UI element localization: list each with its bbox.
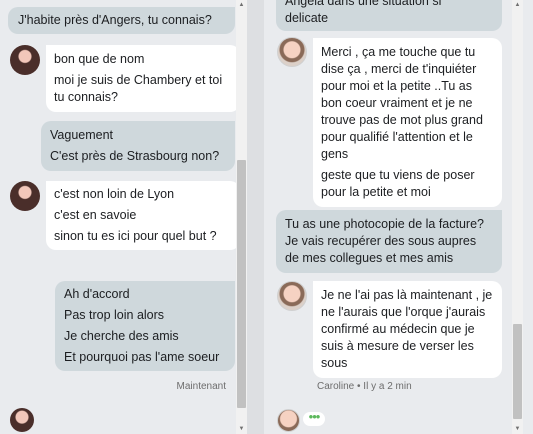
scroll-down-arrow-icon[interactable]: ▼: [236, 424, 247, 434]
message-bubble-incoming: c'est non loin de Lyon c'est en savoie s…: [46, 181, 240, 250]
message-line: moi je suis de Chambery et toi tu connai…: [54, 73, 223, 104]
message-line: Pas trop loin alors: [64, 308, 165, 322]
message-line: J'habite près d'Angers, tu connais?: [18, 13, 212, 27]
contact-avatar[interactable]: [10, 181, 40, 211]
message-bubble-incoming: Merci , ça me touche que tu dise ça , me…: [313, 38, 502, 207]
contact-avatar[interactable]: [10, 45, 40, 75]
message-line: Et pourquoi pas l'ame soeur: [64, 350, 220, 364]
message-line: C'est près de Strasbourg non?: [50, 149, 220, 163]
message-bubble-outgoing: Vaguement C'est près de Strasbourg non?: [41, 121, 235, 171]
message-line: delicate: [285, 11, 329, 25]
scrollbar-thumb[interactable]: [237, 160, 246, 408]
message-line: Je cherche des amis: [64, 329, 179, 343]
message-line: Vaguement: [50, 128, 114, 142]
message-line: geste que tu viens de poser pour la peti…: [321, 168, 475, 199]
left-scrollbar[interactable]: ▲ ▼: [236, 0, 247, 434]
message-line: c'est en savoie: [54, 208, 137, 222]
contact-avatar[interactable]: [10, 408, 34, 432]
right-scrollbar[interactable]: ▲ ▼: [512, 0, 523, 434]
message-bubble-incoming: Je ne l'ai pas là maintenant , je ne l'a…: [313, 281, 502, 378]
contact-avatar[interactable]: [277, 409, 300, 432]
scrollbar-thumb[interactable]: [513, 324, 522, 419]
message-line: Ah d'accord: [64, 287, 130, 301]
contact-avatar[interactable]: [277, 37, 307, 67]
message-line: Merci , ça me touche que tu dise ça , me…: [321, 45, 483, 161]
scroll-up-arrow-icon[interactable]: ▲: [236, 0, 247, 10]
right-chat-pane: Angela dans une situation si delicate Me…: [264, 0, 533, 434]
message-bubble-outgoing: Ah d'accord Pas trop loin alors Je cherc…: [55, 281, 235, 371]
pane-divider: [247, 0, 264, 434]
message-line: Angela dans une situation si: [285, 0, 442, 8]
message-bubble-outgoing: Angela dans une situation si delicate: [276, 0, 502, 31]
message-bubble-outgoing: J'habite près d'Angers, tu connais?: [8, 7, 235, 34]
left-chat-pane: J'habite près d'Angers, tu connais? bon …: [0, 0, 247, 434]
contact-avatar[interactable]: [277, 281, 307, 311]
scroll-down-arrow-icon[interactable]: ▼: [512, 424, 523, 434]
message-line: c'est non loin de Lyon: [54, 187, 175, 201]
message-timestamp: Maintenant: [176, 381, 226, 392]
message-meta: Caroline • Il y a 2 min: [317, 381, 412, 392]
scroll-up-arrow-icon[interactable]: ▲: [512, 0, 523, 10]
message-bubble-incoming: bon que de nom moi je suis de Chambery e…: [46, 45, 240, 112]
typing-indicator-icon: •••: [303, 410, 325, 426]
message-bubble-outgoing: Tu as une photocopie de la facture? Je v…: [276, 210, 502, 273]
message-line: Je ne l'ai pas là maintenant , je ne l'a…: [321, 288, 493, 370]
message-line: bon que de nom: [54, 52, 145, 66]
message-line: sinon tu es ici pour quel but ?: [54, 229, 217, 243]
message-line: Tu as une photocopie de la facture? Je v…: [285, 217, 484, 265]
